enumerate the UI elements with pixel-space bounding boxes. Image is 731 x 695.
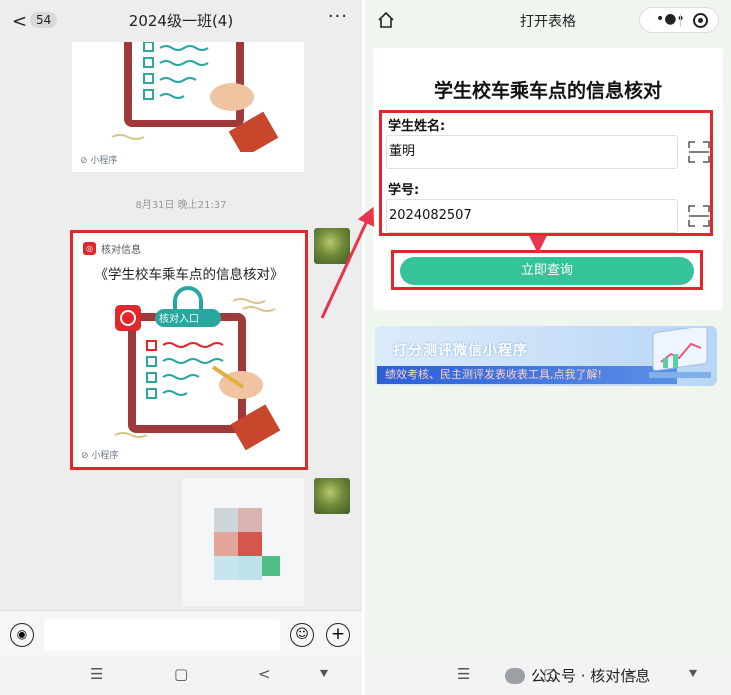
miniapp-capsule: •●•	[639, 7, 719, 33]
name-label: 学生姓名:	[388, 119, 446, 134]
student-name-input[interactable]: 董明	[386, 135, 678, 169]
close-target-icon[interactable]	[693, 13, 708, 28]
query-form: 学生校车乘车点的信息核对 学生姓名: 董明 学号: 2024082507 立即查…	[373, 48, 723, 310]
blur-block	[238, 556, 262, 580]
chat-title: 2024级一班(4)	[128, 12, 234, 30]
chat-input-bar: ◉ ☺ +	[0, 610, 362, 656]
blur-block	[214, 556, 238, 580]
miniapp-header: 打开表格 •●•	[365, 0, 731, 42]
blur-block	[262, 556, 280, 576]
blurred-image-message[interactable]	[182, 478, 304, 606]
watermark: 公众号 · 核对信息	[505, 665, 650, 686]
keyboard-hide-icon[interactable]: ⯆	[318, 665, 330, 683]
mini-program-card-previous[interactable]: ⊘ 小程序	[72, 22, 304, 172]
scan-icon[interactable]	[688, 205, 710, 227]
promo-banner[interactable]: 打分测评微信小程序 绩效考核、民主测评发表收表工具,点我了解!	[375, 326, 717, 386]
system-nav-bar: ☰ ▢ < ⯆ 公众号 · 核对信息	[365, 656, 731, 695]
capsule-divider	[680, 14, 681, 27]
blur-block	[214, 508, 238, 532]
chat-screen: < 54 2024级一班(4) ··· ⊘ 小程序 8月31日 晚上21:37 …	[0, 0, 362, 695]
message-input[interactable]	[44, 619, 280, 651]
system-nav-bar: ☰ ▢ < ⯆	[0, 656, 362, 695]
avatar[interactable]	[314, 228, 350, 264]
mini-program-card-check[interactable]: ◎ 核对信息 《学生校车乘车点的信息核对》 核对入口 ⊘ 小程序	[70, 230, 308, 470]
voice-icon[interactable]: ◉	[10, 623, 34, 647]
menu-icon[interactable]: ☰	[90, 665, 103, 683]
chart-board-icon	[649, 328, 711, 378]
form-title: 学生校车乘车点的信息核对	[433, 80, 662, 102]
highlighted-query: 立即查询	[391, 250, 703, 290]
form-screen: 打开表格 •●• 学生校车乘车点的信息核对 学生姓名: 董明 学号: 20240…	[365, 0, 731, 695]
more-icon[interactable]: ···	[328, 6, 348, 27]
blur-block	[238, 508, 262, 532]
wechat-official-icon	[505, 667, 525, 684]
checklist-illustration: 核对入口	[114, 286, 281, 451]
chat-timestamp: 8月31日 晚上21:37	[135, 200, 227, 211]
chat-header: < 54 2024级一班(4) ···	[0, 0, 362, 42]
mini-program-tag: ⊘ 小程序	[80, 156, 118, 166]
mini-program-tag: ⊘ 小程序	[81, 451, 119, 461]
back-icon[interactable]: <	[258, 665, 271, 683]
highlighted-fields: 学生姓名: 董明 学号: 2024082507	[379, 110, 713, 236]
check-entrance-label: 核对入口	[159, 312, 199, 325]
home-icon[interactable]: ▢	[174, 665, 188, 683]
card-source: ◎ 核对信息	[83, 241, 141, 256]
banner-title: 打分测评微信小程序	[393, 343, 528, 359]
query-button[interactable]: 立即查询	[400, 257, 694, 285]
avatar[interactable]	[314, 478, 350, 514]
banner-subtitle: 绩效考核、民主测评发表收表工具,点我了解!	[377, 366, 677, 384]
emoji-icon[interactable]: ☺	[290, 623, 314, 647]
plus-icon[interactable]: +	[326, 623, 350, 647]
scan-icon[interactable]	[688, 141, 710, 163]
card-title: 《学生校车乘车点的信息核对》	[94, 267, 284, 283]
keyboard-hide-icon[interactable]: ⯆	[687, 665, 699, 683]
app-logo-icon: ◎	[83, 242, 96, 255]
menu-icon[interactable]: ☰	[457, 665, 470, 683]
blur-block	[214, 532, 238, 556]
student-id-label: 学号:	[388, 183, 420, 198]
checklist-illustration	[111, 22, 279, 158]
blur-block	[238, 532, 262, 556]
student-id-input[interactable]: 2024082507	[386, 199, 678, 233]
